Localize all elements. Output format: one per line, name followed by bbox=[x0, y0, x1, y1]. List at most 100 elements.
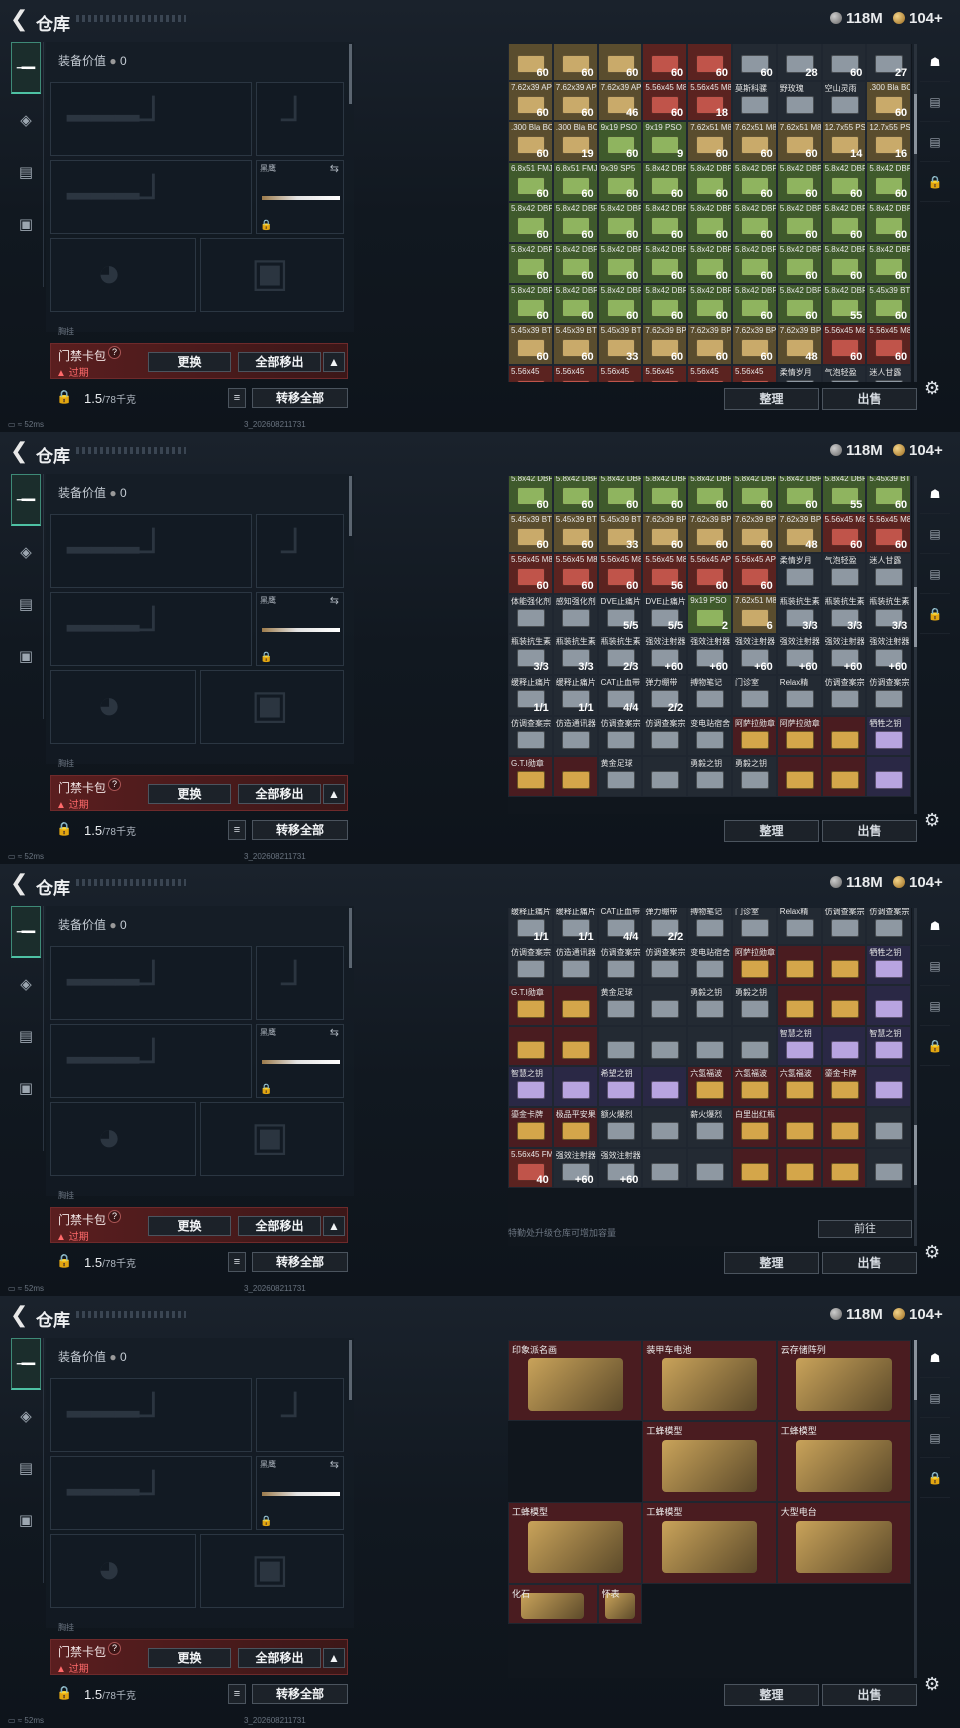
storage-item[interactable]: 六氢福波 bbox=[732, 1066, 777, 1107]
storage-page-2[interactable]: ▤ bbox=[920, 514, 950, 554]
storage-item[interactable]: 牺牲之钥 bbox=[866, 944, 912, 986]
storage-item[interactable]: 5.8x42 DBP10 60 bbox=[642, 161, 688, 203]
tab-case[interactable]: ▣ bbox=[11, 630, 41, 682]
storage-item[interactable]: 5.56x45 bbox=[597, 364, 643, 382]
storage-item[interactable] bbox=[866, 985, 912, 1026]
storage-item[interactable]: 强效注射器 +60 bbox=[776, 634, 822, 675]
storage-item[interactable]: 体能强化剂 bbox=[508, 593, 553, 635]
storage-item-large[interactable]: 印象派名画 bbox=[508, 1340, 643, 1422]
storage-item[interactable]: 瓶装抗生素 3/3 bbox=[508, 634, 553, 675]
storage-item[interactable]: 仿调查案宗 bbox=[866, 675, 912, 716]
storage-grid[interactable]: 5.8x42 DBP10605.8x42 DBP10605.8x42 DBP10… bbox=[508, 476, 912, 814]
pistol-slot[interactable]: ┘ bbox=[256, 946, 344, 1020]
transfer-all-button[interactable]: 转移全部 bbox=[252, 1252, 348, 1272]
storage-item[interactable]: 5.8x42 DBP10 60 bbox=[642, 283, 688, 325]
gear-icon[interactable]: ⚙ bbox=[924, 378, 940, 399]
storage-item[interactable]: 5.8x42 DBP10 60 bbox=[597, 283, 643, 325]
storage-item[interactable]: .300 Bla BCM BM 19 bbox=[552, 121, 598, 162]
storage-item[interactable]: 27 bbox=[866, 44, 912, 81]
storage-item[interactable] bbox=[866, 1066, 912, 1107]
gear-icon[interactable]: ⚙ bbox=[924, 810, 940, 831]
equipment-scrollbar[interactable] bbox=[349, 1340, 352, 1400]
tidy-button[interactable]: 整理 bbox=[724, 1684, 819, 1706]
storage-item[interactable]: 5.56x45 bbox=[687, 364, 732, 382]
storage-item[interactable]: CAT止血带 4/4 bbox=[597, 908, 643, 945]
back-arrow-icon[interactable]: ❮ bbox=[10, 1304, 28, 1326]
storage-item[interactable] bbox=[821, 1025, 867, 1067]
swap-arrows-icon[interactable]: ⇆ bbox=[330, 594, 339, 607]
tab-armor[interactable]: ◈ bbox=[11, 1390, 41, 1442]
storage-scrollbar[interactable] bbox=[914, 44, 917, 382]
storage-item[interactable]: 瓶装抗生素 3/3 bbox=[552, 634, 598, 675]
storage-item[interactable]: 60 bbox=[597, 44, 643, 81]
storage-item[interactable]: G.T.I勋章 bbox=[508, 985, 553, 1026]
storage-item[interactable]: 仿调查案宗 bbox=[821, 675, 867, 716]
gold-balance[interactable]: 104+ bbox=[893, 442, 943, 459]
storage-page-main[interactable]: ☗ bbox=[920, 42, 950, 82]
storage-item[interactable]: G.T.I勋章 bbox=[508, 756, 553, 797]
storage-item[interactable]: DVE止痛片 5/5 bbox=[597, 593, 643, 635]
storage-item[interactable]: 5.8x42 DBP10 60 bbox=[866, 202, 912, 243]
storage-item[interactable]: 5.56x45 bbox=[732, 364, 777, 382]
swap-button[interactable]: 更换 bbox=[148, 784, 231, 804]
storage-item[interactable]: 5.8x42 DBP10 60 bbox=[552, 476, 598, 513]
storage-item[interactable]: 5.8x42 DBP10 60 bbox=[642, 243, 688, 284]
storage-item[interactable]: 仿调查案宗 bbox=[508, 944, 553, 986]
help-icon[interactable]: ? bbox=[108, 778, 121, 791]
tab-weapons[interactable]: ╼━ bbox=[11, 1338, 41, 1390]
storage-scrollbar[interactable] bbox=[914, 476, 917, 814]
storage-item[interactable]: 瓶装抗生素 3/3 bbox=[776, 593, 822, 635]
gold-balance[interactable]: 104+ bbox=[893, 10, 943, 27]
storage-item[interactable]: 7.62x51 M80 60 bbox=[776, 121, 822, 162]
storage-item[interactable]: 强效注射器 +60 bbox=[821, 634, 867, 675]
storage-item[interactable]: 5.56x45 M855A1 60 bbox=[866, 324, 912, 365]
storage-item[interactable]: 5.45x39 BT 60 bbox=[866, 283, 912, 325]
storage-item[interactable]: 变电站宿舍 bbox=[687, 944, 732, 986]
storage-item[interactable]: 强效注射器 +60 bbox=[866, 634, 912, 675]
storage-item[interactable] bbox=[642, 756, 688, 797]
storage-grid[interactable]: 缓释止痛片 1/1 缓释止痛片 1/1 CAT止血带 4/4 弹力绷带 2/2 搏物笔记 门诊室 R… bbox=[508, 908, 912, 1246]
chevron-up-icon[interactable]: ▲ bbox=[323, 1648, 345, 1668]
storage-item[interactable] bbox=[776, 944, 822, 986]
list-icon[interactable]: ≡ bbox=[228, 820, 246, 840]
storage-item-large[interactable]: 怀表 bbox=[597, 1583, 643, 1625]
tab-armor[interactable]: ◈ bbox=[11, 958, 41, 1010]
swap-button[interactable]: 更换 bbox=[148, 352, 231, 372]
storage-item[interactable]: 60 bbox=[732, 44, 777, 81]
storage-item[interactable]: 六氢福波 bbox=[776, 1066, 822, 1107]
storage-item[interactable]: 7.62x39 BP 60 bbox=[642, 512, 688, 554]
storage-page-main[interactable]: ☗ bbox=[920, 906, 950, 946]
storage-item[interactable]: 9x39 SP5 60 bbox=[597, 161, 643, 203]
storage-item[interactable]: 60 bbox=[821, 44, 867, 81]
storage-item[interactable]: 28 bbox=[776, 44, 822, 81]
storage-item[interactable]: 5.8x42 DBP10 60 bbox=[687, 161, 732, 203]
storage-item[interactable]: 9x19 PSO 9 bbox=[642, 121, 688, 162]
list-icon[interactable]: ≡ bbox=[228, 1252, 246, 1272]
armor-slot[interactable]: ▣ bbox=[200, 1534, 344, 1608]
storage-item[interactable] bbox=[552, 756, 598, 797]
storage-item[interactable]: 勇毅之钥 bbox=[687, 985, 732, 1026]
back-arrow-icon[interactable]: ❮ bbox=[10, 440, 28, 462]
go-ahead-button[interactable]: 前往 bbox=[818, 1220, 912, 1238]
storage-item[interactable]: 5.8x42 DBP10 60 bbox=[821, 161, 867, 203]
tidy-button[interactable]: 整理 bbox=[724, 388, 819, 410]
storage-page-3[interactable]: ▤ bbox=[920, 122, 950, 162]
storage-item[interactable]: 5.56x45 M855A1 60 bbox=[821, 324, 867, 365]
storage-item[interactable]: 6.8x51 FMJ 60 bbox=[552, 161, 598, 203]
storage-item[interactable]: 搏物笔记 bbox=[687, 675, 732, 716]
move-all-out-button[interactable]: 全部移出 bbox=[238, 784, 321, 804]
storage-item[interactable]: 5.56x45 bbox=[642, 364, 688, 382]
back-arrow-icon[interactable]: ❮ bbox=[10, 8, 28, 30]
storage-item[interactable]: 5.45x39 BT 60 bbox=[552, 324, 598, 365]
list-icon[interactable]: ≡ bbox=[228, 388, 246, 408]
chevron-up-icon[interactable]: ▲ bbox=[323, 1216, 345, 1236]
storage-item[interactable]: 阿萨拉勋章 bbox=[732, 944, 777, 986]
storage-item[interactable]: 搏物笔记 bbox=[687, 908, 732, 945]
chevron-up-icon[interactable]: ▲ bbox=[323, 784, 345, 804]
helmet-slot[interactable]: ◕ bbox=[50, 238, 196, 312]
equipment-scrollbar[interactable] bbox=[349, 44, 352, 104]
swap-button[interactable]: 更换 bbox=[148, 1216, 231, 1236]
storage-item[interactable] bbox=[687, 1025, 732, 1067]
storage-item[interactable] bbox=[866, 1147, 912, 1189]
storage-item[interactable]: 六氢福波 bbox=[687, 1066, 732, 1107]
